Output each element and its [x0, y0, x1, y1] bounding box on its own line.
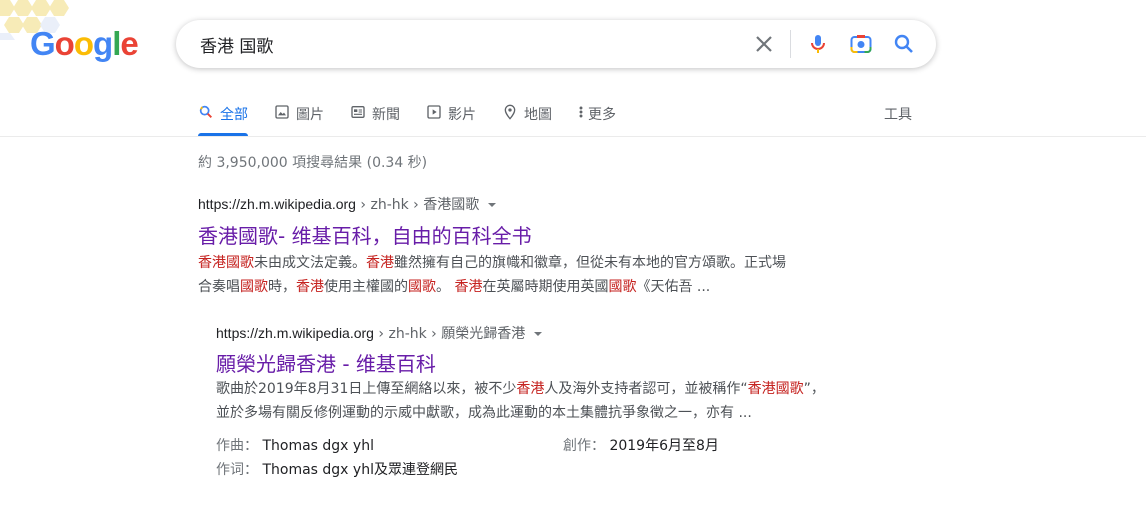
- tab-news[interactable]: 新聞: [350, 98, 400, 136]
- tabs-divider: [0, 136, 1146, 137]
- logo-letter: o: [73, 25, 94, 62]
- tab-label: 全部: [220, 107, 248, 123]
- snippet-text: 並於多場有關反修例運動的示威中獻歌，成為此運動的本土集體抗爭象徵之一，亦有 ..…: [216, 405, 752, 421]
- snippet-highlight: 香港國歌: [198, 255, 254, 271]
- result-2-title[interactable]: 願榮光歸香港 - 维基百科: [216, 348, 436, 377]
- result-breadcrumb: › zh-hk › 香港國歌: [355, 197, 480, 213]
- attribute-composer: 作曲： Thomas dgx yhl: [216, 435, 374, 455]
- logo-letter: o: [54, 25, 75, 62]
- tab-label: 新聞: [372, 107, 400, 123]
- result-1-cite[interactable]: https://zh.m.wikipedia.org › zh-hk › 香港國…: [198, 194, 497, 214]
- attribute-key: 創作：: [563, 438, 605, 454]
- snippet-line: 並於多場有關反修例運動的示威中獻歌，成為此運動的本土集體抗爭象徵之一，亦有 ..…: [216, 401, 825, 425]
- tab-label: 更多: [588, 107, 616, 123]
- attribute-key: 作曲：: [216, 438, 258, 454]
- map-pin-icon: [504, 104, 516, 120]
- snippet-highlight: 香港國歌: [747, 381, 804, 397]
- clear-icon[interactable]: [752, 32, 776, 56]
- snippet-text: 歌曲於2019年8月31日上傳至網絡以來，被不少: [216, 381, 517, 397]
- logo-letter: g: [93, 25, 113, 62]
- video-icon: [427, 105, 441, 119]
- search-box: [176, 20, 936, 68]
- snippet-highlight: 香港: [366, 255, 394, 271]
- attribute-key: 作词：: [216, 462, 258, 478]
- logo-letter: e: [120, 25, 138, 62]
- result-breadcrumb: › zh-hk › 願榮光歸香港: [373, 326, 526, 342]
- attribute-created: 創作： 2019年6月至8月: [563, 435, 719, 455]
- snippet-line: 歌曲於2019年8月31日上傳至網絡以來，被不少香港人及海外支持者認可，並被稱作…: [216, 377, 825, 401]
- result-stats: 約 3,950,000 項搜尋結果 (0.34 秒): [198, 155, 428, 171]
- snippet-text: ”，: [803, 381, 825, 397]
- snippet-line: 香港國歌未由成文法定義。香港雖然擁有自己的旗幟和徽章，但從未有本地的官方頌歌。正…: [198, 251, 786, 275]
- dropdown-arrow-icon[interactable]: [487, 200, 497, 210]
- attribute-value: Thomas dgx yhl及眾連登網民: [262, 462, 458, 478]
- tools-button[interactable]: 工具: [884, 104, 912, 124]
- logo-letter: G: [30, 25, 56, 62]
- snippet-text: 時，: [268, 279, 296, 295]
- snippet-text: 合奏唱: [198, 279, 240, 295]
- snippet-line: 合奏唱國歌時，香港使用主權國的國歌。 香港在英屬時期使用英國國歌《天佑吾 ...: [198, 275, 786, 299]
- dropdown-arrow-icon[interactable]: [533, 329, 543, 339]
- snippet-text: 雖然擁有自己的旗幟和徽章，但從未有本地的官方頌歌。正式場: [394, 255, 786, 271]
- tab-all[interactable]: 全部: [198, 98, 248, 136]
- tab-videos[interactable]: 影片: [426, 98, 476, 136]
- snippet-highlight: 國歌: [608, 279, 637, 295]
- google-logo[interactable]: Google: [30, 25, 139, 62]
- news-icon: [351, 106, 365, 118]
- tab-label: 影片: [448, 107, 476, 123]
- search-icon: [199, 105, 212, 118]
- camera-lens-icon[interactable]: [849, 32, 873, 56]
- image-icon: [275, 105, 289, 119]
- snippet-text: 未由成文法定義。: [254, 255, 366, 271]
- snippet-text: 。: [436, 279, 455, 295]
- snippet-text: 《天佑吾 ...: [636, 279, 711, 295]
- result-2-snippet: 歌曲於2019年8月31日上傳至網絡以來，被不少香港人及海外支持者認可，並被稱作…: [216, 377, 825, 425]
- search-divider: [790, 30, 791, 58]
- snippet-highlight: 香港: [516, 381, 545, 397]
- snippet-highlight: 國歌: [240, 279, 268, 295]
- attribute-value: Thomas dgx yhl: [262, 438, 374, 454]
- snippet-text: 使用主權國的: [324, 279, 408, 295]
- tab-label: 地圖: [524, 107, 552, 123]
- snippet-text: 人及海外支持者認可，並被稱作“: [544, 381, 748, 397]
- tab-maps[interactable]: 地圖: [502, 98, 552, 136]
- search-input[interactable]: [200, 20, 740, 68]
- snippet-highlight: 香港: [296, 279, 324, 295]
- result-1-snippet: 香港國歌未由成文法定義。香港雖然擁有自己的旗幟和徽章，但從未有本地的官方頌歌。正…: [198, 251, 786, 299]
- result-1-title[interactable]: 香港國歌- 维基百科，自由的百科全书: [198, 220, 532, 249]
- attribute-value: 2019年6月至8月: [609, 438, 719, 454]
- result-2-cite[interactable]: https://zh.m.wikipedia.org › zh-hk › 願榮光…: [216, 323, 543, 343]
- logo-letter: l: [112, 25, 121, 62]
- result-domain: https://zh.m.wikipedia.org: [216, 325, 374, 341]
- result-domain: https://zh.m.wikipedia.org: [198, 196, 356, 212]
- snippet-highlight: 香港: [454, 279, 483, 295]
- snippet-highlight: 國歌: [408, 279, 436, 295]
- microphone-icon[interactable]: [806, 32, 830, 56]
- more-vert-icon: [579, 106, 583, 118]
- tab-label: 圖片: [296, 107, 324, 123]
- search-submit-icon[interactable]: [892, 32, 916, 56]
- tab-images[interactable]: 圖片: [274, 98, 324, 136]
- snippet-text: 在英屬時期使用英國: [482, 279, 609, 295]
- search-tabs: 全部 圖片 新聞 影片 地圖 更多: [198, 98, 642, 136]
- tab-more[interactable]: 更多: [578, 98, 616, 136]
- attribute-lyricist: 作词： Thomas dgx yhl及眾連登網民: [216, 459, 458, 479]
